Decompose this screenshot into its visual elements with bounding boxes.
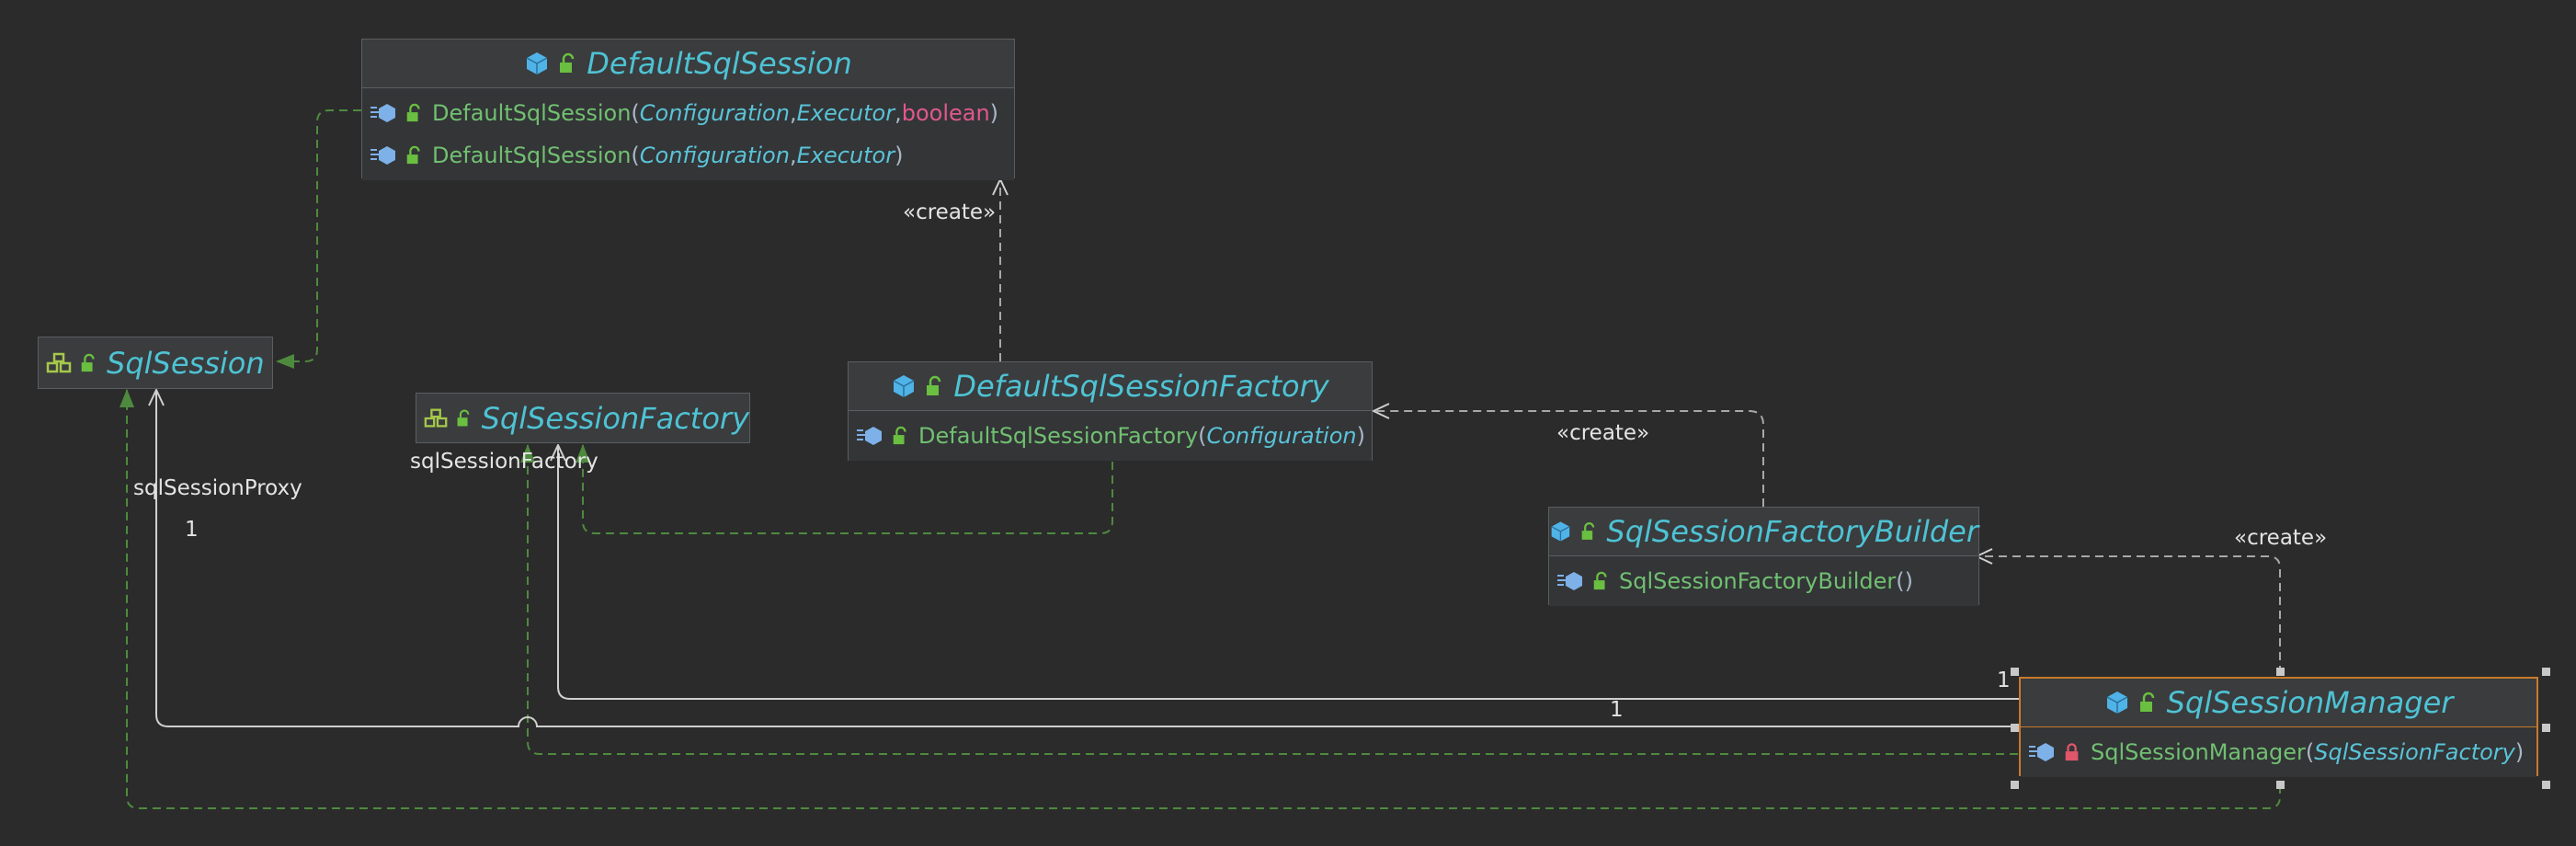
param-separator: , <box>895 100 902 126</box>
public-lock-icon <box>560 52 575 73</box>
multiplicity-label: 1 <box>185 518 199 542</box>
constructor-name: DefaultSqlSession <box>432 143 632 168</box>
paren-close: ) <box>1356 423 1365 449</box>
paren-open: ( <box>631 143 640 168</box>
param-type: Executor <box>796 143 895 168</box>
class-title: SqlSessionManager <box>2166 685 2454 720</box>
constructor-name: DefaultSqlSessionFactory <box>918 423 1199 449</box>
role-label-sqlsessionfactory: sqlSessionFactory <box>410 450 598 474</box>
class-node-defaultsqlsession[interactable]: DefaultSqlSession DefaultSqlSession(Conf… <box>361 39 1015 180</box>
public-lock-icon <box>1593 571 1607 590</box>
param-keyword: boolean <box>901 100 990 126</box>
paren-close: ) <box>2514 739 2525 765</box>
member-list: SqlSessionFactoryBuilder () <box>1549 555 1978 606</box>
param-type: Configuration <box>639 143 790 168</box>
param-type: Configuration <box>1206 423 1357 449</box>
constructor-icon <box>857 427 882 445</box>
constructor-name: SqlSessionFactoryBuilder <box>1619 568 1897 594</box>
class-node-sqlsessionfactorybuilder[interactable]: SqlSessionFactoryBuilder SqlSessionFacto… <box>1548 507 1979 606</box>
create-label-sqlsessionfactorybuilder: «create» <box>2234 526 2328 550</box>
param-type: Configuration <box>639 100 790 126</box>
paren-close: ) <box>989 100 999 126</box>
multiplicity-label: 1 <box>1997 669 2011 692</box>
constructor-name: DefaultSqlSession <box>432 100 632 126</box>
interface-icon <box>46 352 72 372</box>
interface-icon <box>424 408 448 428</box>
member-list: SqlSessionManager (SqlSessionFactory) <box>2021 726 2536 777</box>
paren-close: ) <box>895 143 904 168</box>
class-header[interactable]: SqlSessionFactoryBuilder <box>1549 508 1978 555</box>
paren-open: ( <box>631 100 640 126</box>
constructor-icon <box>2029 743 2054 761</box>
paren-open: ( <box>1198 423 1207 449</box>
edge-defaultsqlsession-implements-sqlsession[interactable] <box>276 109 361 369</box>
public-lock-icon <box>2139 692 2154 712</box>
constructor-row[interactable]: DefaultSqlSession(Configuration, Executo… <box>362 134 1014 177</box>
interface-header[interactable]: SqlSession <box>39 337 272 388</box>
edge-create-sqlsessionfactorybuilder[interactable] <box>1977 556 2281 674</box>
create-label-defaultsqlsession: «create» <box>903 200 997 224</box>
constructor-icon <box>370 104 395 122</box>
public-lock-icon <box>406 145 420 165</box>
member-list: DefaultSqlSessionFactory(Configuration) <box>849 410 1372 461</box>
constructor-row[interactable]: SqlSessionManager (SqlSessionFactory) <box>2021 731 2536 773</box>
multiplicity-label: 1 <box>1610 698 1624 722</box>
param-separator: , <box>789 100 797 126</box>
class-node-defaultsqlsessionfactory[interactable]: DefaultSqlSessionFactory DefaultSqlSessi… <box>848 361 1373 461</box>
class-title: DefaultSqlSessionFactory <box>953 369 1329 404</box>
interface-header[interactable]: SqlSessionFactory <box>416 394 749 442</box>
public-lock-icon <box>1581 522 1595 540</box>
public-lock-icon <box>457 408 470 426</box>
class-icon <box>2106 692 2127 714</box>
interface-title: SqlSessionFactory <box>481 400 749 436</box>
class-header[interactable]: SqlSessionManager <box>2021 679 2536 726</box>
constructor-icon <box>1557 572 1582 590</box>
public-lock-icon <box>81 353 95 372</box>
empty-params: () <box>1896 568 1913 594</box>
param-type: Executor <box>796 100 895 126</box>
param-separator: , <box>789 143 797 168</box>
class-icon <box>1551 521 1570 542</box>
constructor-icon <box>370 146 395 165</box>
param-type: SqlSessionFactory <box>2314 739 2515 765</box>
constructor-name: SqlSessionManager <box>2091 739 2306 765</box>
create-label-defaultsqlsessionfactory: «create» <box>1556 421 1650 445</box>
constructor-row[interactable]: DefaultSqlSessionFactory(Configuration) <box>849 415 1372 457</box>
interface-node-sqlsession[interactable]: SqlSession <box>38 337 273 389</box>
public-lock-icon <box>406 103 420 122</box>
paren-open: ( <box>2305 739 2315 765</box>
class-node-sqlsessionmanager[interactable]: SqlSessionManager SqlSessionManager (Sql… <box>2019 677 2538 777</box>
class-icon <box>893 375 915 397</box>
class-title: SqlSessionFactoryBuilder <box>1606 514 1978 549</box>
constructor-row[interactable]: SqlSessionFactoryBuilder () <box>1549 560 1978 602</box>
member-list: DefaultSqlSession(Configuration, Executo… <box>362 87 1014 180</box>
constructor-row[interactable]: DefaultSqlSession(Configuration, Executo… <box>362 92 1014 134</box>
role-label-sqlsessionproxy: sqlSessionProxy <box>133 476 302 500</box>
class-title: DefaultSqlSession <box>587 46 852 81</box>
private-lock-icon <box>2065 743 2079 761</box>
class-header[interactable]: DefaultSqlSession <box>362 40 1014 87</box>
interface-node-sqlsessionfactory[interactable]: SqlSessionFactory <box>416 393 750 443</box>
public-lock-icon <box>927 375 941 395</box>
interface-title: SqlSession <box>107 345 265 381</box>
public-lock-icon <box>893 426 906 445</box>
class-icon <box>526 52 548 74</box>
class-header[interactable]: DefaultSqlSessionFactory <box>849 362 1372 410</box>
